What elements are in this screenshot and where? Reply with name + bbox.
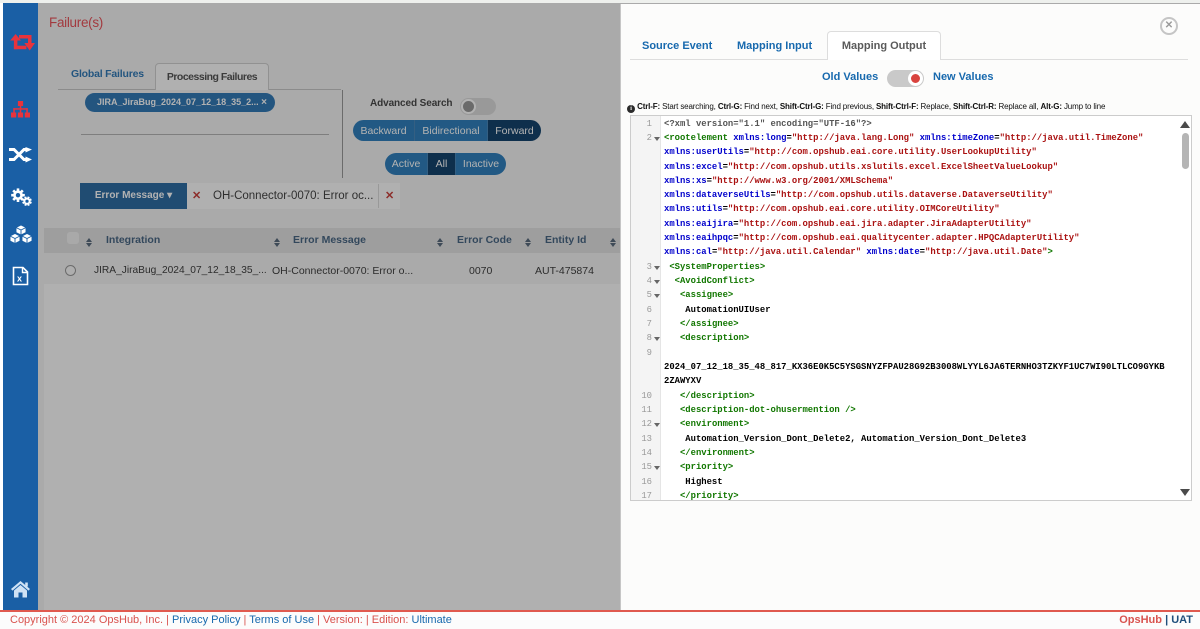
svg-text:x: x: [17, 274, 22, 284]
